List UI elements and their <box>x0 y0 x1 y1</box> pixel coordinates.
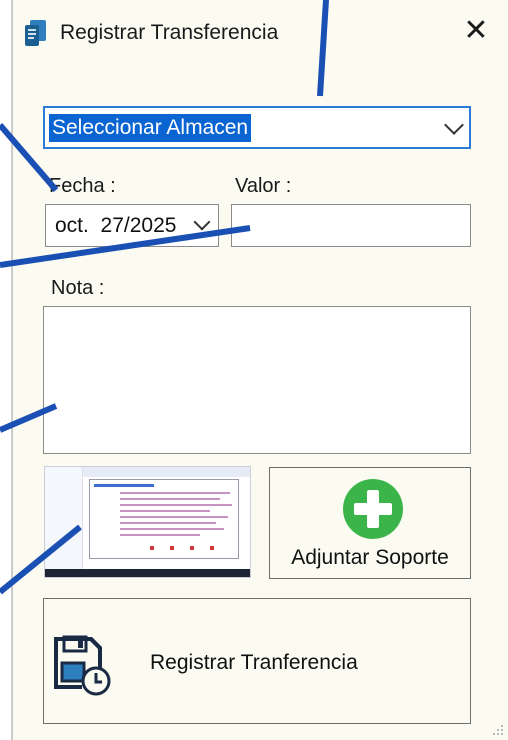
attach-support-label: Adjuntar Soporte <box>291 546 449 569</box>
support-image-thumbnail[interactable] <box>44 466 251 578</box>
attach-support-button[interactable]: Adjuntar Soporte <box>269 467 471 579</box>
nota-textarea[interactable] <box>43 306 471 454</box>
thumbnail-taskbar <box>45 569 250 577</box>
resize-grip-icon[interactable] <box>491 723 505 737</box>
chevron-down-icon[interactable] <box>193 213 211 231</box>
register-transfer-label: Registrar Tranferencia <box>150 651 358 674</box>
app-icon <box>25 20 46 46</box>
dialog-title: Registrar Transferencia <box>60 21 279 44</box>
thumbnail-sidebar <box>45 467 83 571</box>
close-button[interactable]: ✕ <box>459 14 493 48</box>
thumbnail-text-line <box>120 516 228 518</box>
thumbnail-red-mark <box>190 546 194 550</box>
thumbnail-topbar <box>83 467 250 477</box>
register-transfer-button[interactable]: Registrar Tranferencia <box>43 598 471 724</box>
thumbnail-red-mark <box>150 546 154 550</box>
nota-label: Nota : <box>51 277 105 299</box>
thumbnail-text-line <box>120 510 210 512</box>
fecha-date-picker[interactable]: oct. 27/2025 <box>45 204 219 247</box>
fecha-value: oct. 27/2025 <box>55 214 177 237</box>
transfer-dialog: Registrar Transferencia ✕ Seleccionar Al… <box>12 0 508 740</box>
valor-label: Valor : <box>235 175 292 197</box>
close-icon: ✕ <box>463 13 489 48</box>
thumbnail-blue-line <box>94 484 154 487</box>
thumbnail-text-line <box>120 528 224 530</box>
background-app-strip <box>0 0 12 740</box>
almacen-select[interactable]: Seleccionar Almacen <box>43 106 471 149</box>
thumbnail-text-line <box>120 492 230 494</box>
plus-circle-icon <box>343 479 403 539</box>
valor-input[interactable] <box>231 204 471 247</box>
thumbnail-red-mark <box>210 546 214 550</box>
title-bar: Registrar Transferencia ✕ <box>13 0 508 64</box>
fecha-label: Fecha : <box>49 175 116 197</box>
thumbnail-red-mark <box>170 546 174 550</box>
thumbnail-text-line <box>120 522 216 524</box>
almacen-select-value: Seleccionar Almacen <box>49 114 252 142</box>
thumbnail-text-line <box>120 498 220 500</box>
thumbnail-text-line <box>120 534 200 536</box>
thumbnail-text-line <box>120 504 232 506</box>
save-clock-icon <box>54 635 111 696</box>
chevron-down-icon <box>444 115 464 135</box>
thumbnail-window <box>89 479 239 559</box>
